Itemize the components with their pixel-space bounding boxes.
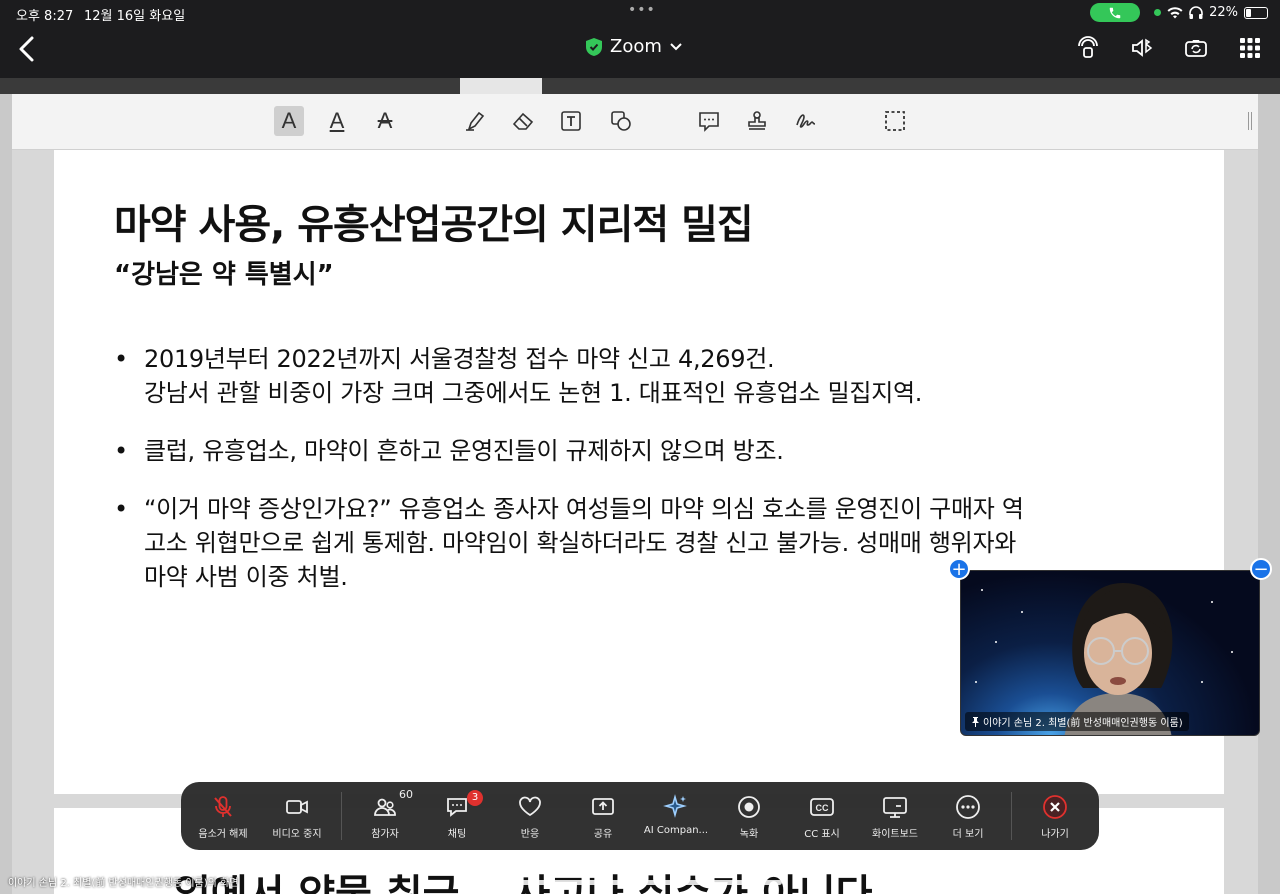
speaker-bluetooth-icon[interactable]: [1130, 36, 1154, 60]
meeting-title-menu[interactable]: Zoom: [586, 36, 682, 57]
chat-unread-badge: 3: [467, 790, 483, 806]
mic-in-use-dot: [1154, 9, 1162, 16]
status-time: 오후 8:27: [16, 9, 74, 24]
whiteboard-icon: [883, 797, 907, 818]
toolbar-label: 비디오 중지: [272, 829, 322, 840]
toolbar-grip[interactable]: [1248, 112, 1252, 130]
captions-button[interactable]: CC CC 표시: [786, 792, 858, 842]
shared-app-titlebar: [0, 78, 1280, 94]
phone-icon: [1109, 7, 1121, 18]
shared-app-tab: [460, 78, 542, 94]
toolbar-label: 공유: [593, 829, 613, 840]
toolbar-label: 더 보기: [952, 829, 984, 840]
unmute-button[interactable]: 음소거 해제: [187, 792, 259, 842]
shared-screen: A A A 마약 사용, 유흥산업공간의 지리적 밀집 “강남은 약 특별시” …: [0, 78, 1280, 894]
leave-icon: [1043, 795, 1067, 819]
heart-icon: [519, 796, 541, 817]
participant-name-label: 이야기 손님 2. 최별(前 반성매매인권행동 이룸): [965, 712, 1189, 731]
chevron-left-icon[interactable]: [14, 34, 40, 64]
audio-route-icon[interactable]: [1076, 36, 1100, 60]
toolbar-divider: [341, 792, 342, 840]
stop-video-button[interactable]: 비디오 중지: [261, 792, 333, 842]
eraser-icon[interactable]: [508, 106, 538, 136]
active-call-pill[interactable]: [1090, 3, 1141, 22]
bullet-item: 클럽, 유흥업소, 마약이 흔하고 운영진들이 규제하지 않으며 방조.: [114, 434, 1174, 468]
ai-companion-button[interactable]: AI Compan...: [640, 792, 712, 842]
participants-icon: [374, 798, 396, 816]
cc-icon: CC: [810, 798, 834, 816]
slide-title: 마약 사용, 유흥산업공간의 지리적 밀집: [114, 202, 754, 248]
toolbar-label: 채팅: [447, 829, 467, 840]
toolbar-label: 반응: [520, 829, 540, 840]
status-right: 22%: [1090, 3, 1268, 22]
video-icon: [286, 800, 308, 814]
textbox-icon[interactable]: [556, 106, 586, 136]
toolbar-label: 나가기: [1041, 829, 1069, 840]
bullet-line: 2019년부터 2022년까지 서울경찰청 접수 마약 신고 4,269건.: [144, 345, 775, 373]
text-strike-icon[interactable]: A: [370, 106, 400, 136]
bullet-line: 강남서 관할 비중이 가장 크며 그중에서도 논현 1. 대표적인 유흥업소 밀…: [144, 379, 923, 407]
toolbar-label: 음소거 해제: [198, 829, 248, 840]
bullet-line: 고소 위협만으로 쉽게 통제함. 마약임이 확실하더라도 경찰 신고 불가능. …: [144, 529, 1017, 557]
status-bar: 오후 8:27 12월 16일 화요일 ••• 22%: [0, 0, 1280, 26]
next-slide-title: …업에서 약물 취급… 사고나 실수가 아니다: [134, 862, 872, 894]
svg-text:CC: CC: [816, 803, 829, 813]
expand-tile-button[interactable]: +: [948, 558, 970, 580]
bullet-line: 클럽, 유흥업소, 마약이 흔하고 운영진들이 규제하지 않으며 방조.: [144, 437, 784, 465]
camera-switch-icon[interactable]: [1184, 36, 1208, 60]
app-nav-bar: Zoom: [0, 26, 1280, 78]
toolbar-divider: [1011, 792, 1012, 840]
text-format-icon[interactable]: A: [274, 106, 304, 136]
stamp-icon[interactable]: [742, 106, 772, 136]
screen-share-caption: 이야기 손님 2. 최별(前 반성매매인권행동 이룸)의 화면: [8, 878, 239, 889]
chevron-down-icon: [670, 42, 682, 50]
status-date: 12월 16일 화요일: [84, 9, 186, 24]
meeting-toolbar: 음소거 해제 비디오 중지 60 참가자 3 채팅 반응 공유 AI Compa…: [181, 782, 1099, 850]
signature-icon[interactable]: [792, 106, 822, 136]
participants-button[interactable]: 60 참가자: [349, 788, 421, 842]
bullet-line: “이거 마약 증상인가요?” 유흥업소 종사자 여성들의 마약 의심 호소를 운…: [144, 495, 1024, 523]
battery-percent: 22%: [1209, 5, 1238, 20]
participant-count: 60: [399, 788, 413, 801]
select-area-icon[interactable]: [880, 106, 910, 136]
shape-icon[interactable]: [606, 106, 636, 136]
more-icon: [956, 795, 980, 819]
home-indicator[interactable]: [472, 880, 782, 885]
minimize-tile-button[interactable]: −: [1250, 558, 1272, 580]
share-icon: [592, 798, 614, 815]
multitask-dots-icon[interactable]: •••: [628, 2, 656, 18]
pin-icon: [972, 717, 979, 727]
battery-icon: [1244, 6, 1268, 19]
annotation-toolbar: A A A: [12, 94, 1258, 150]
reactions-button[interactable]: 반응: [494, 792, 566, 842]
toolbar-label: CC 표시: [804, 829, 840, 840]
whiteboard-button[interactable]: 화이트보드: [859, 792, 931, 842]
nav-right-icons: [1076, 36, 1262, 60]
slide-subtitle: “강남은 약 특별시”: [114, 260, 334, 290]
bullet-item: 2019년부터 2022년까지 서울경찰청 접수 마약 신고 4,269건. 강…: [114, 342, 1174, 410]
share-button[interactable]: 공유: [567, 792, 639, 842]
highlighter-icon[interactable]: [460, 106, 490, 136]
record-button[interactable]: 녹화: [713, 792, 785, 842]
record-icon: [738, 796, 760, 818]
mic-muted-icon: [214, 796, 232, 817]
ai-sparkle-icon: [663, 794, 687, 818]
headphones-icon: [1189, 6, 1203, 19]
leave-button[interactable]: 나가기: [1019, 792, 1091, 842]
toolbar-label: 녹화: [739, 829, 759, 840]
more-button[interactable]: 더 보기: [932, 792, 1004, 842]
toolbar-label: 화이트보드: [872, 829, 918, 840]
toolbar-label: AI Compan...: [643, 825, 709, 836]
text-underline-icon[interactable]: A: [322, 106, 352, 136]
comment-icon[interactable]: [694, 106, 724, 136]
toolbar-label: 참가자: [371, 829, 399, 840]
meeting-title: Zoom: [610, 36, 662, 57]
participant-video-tile[interactable]: 이야기 손님 2. 최별(前 반성매매인권행동 이룸): [960, 570, 1260, 736]
shield-check-icon: [586, 37, 602, 56]
chat-button[interactable]: 3 채팅: [421, 790, 493, 842]
grid-view-icon[interactable]: [1238, 36, 1262, 60]
wifi-icon: [1167, 6, 1183, 18]
